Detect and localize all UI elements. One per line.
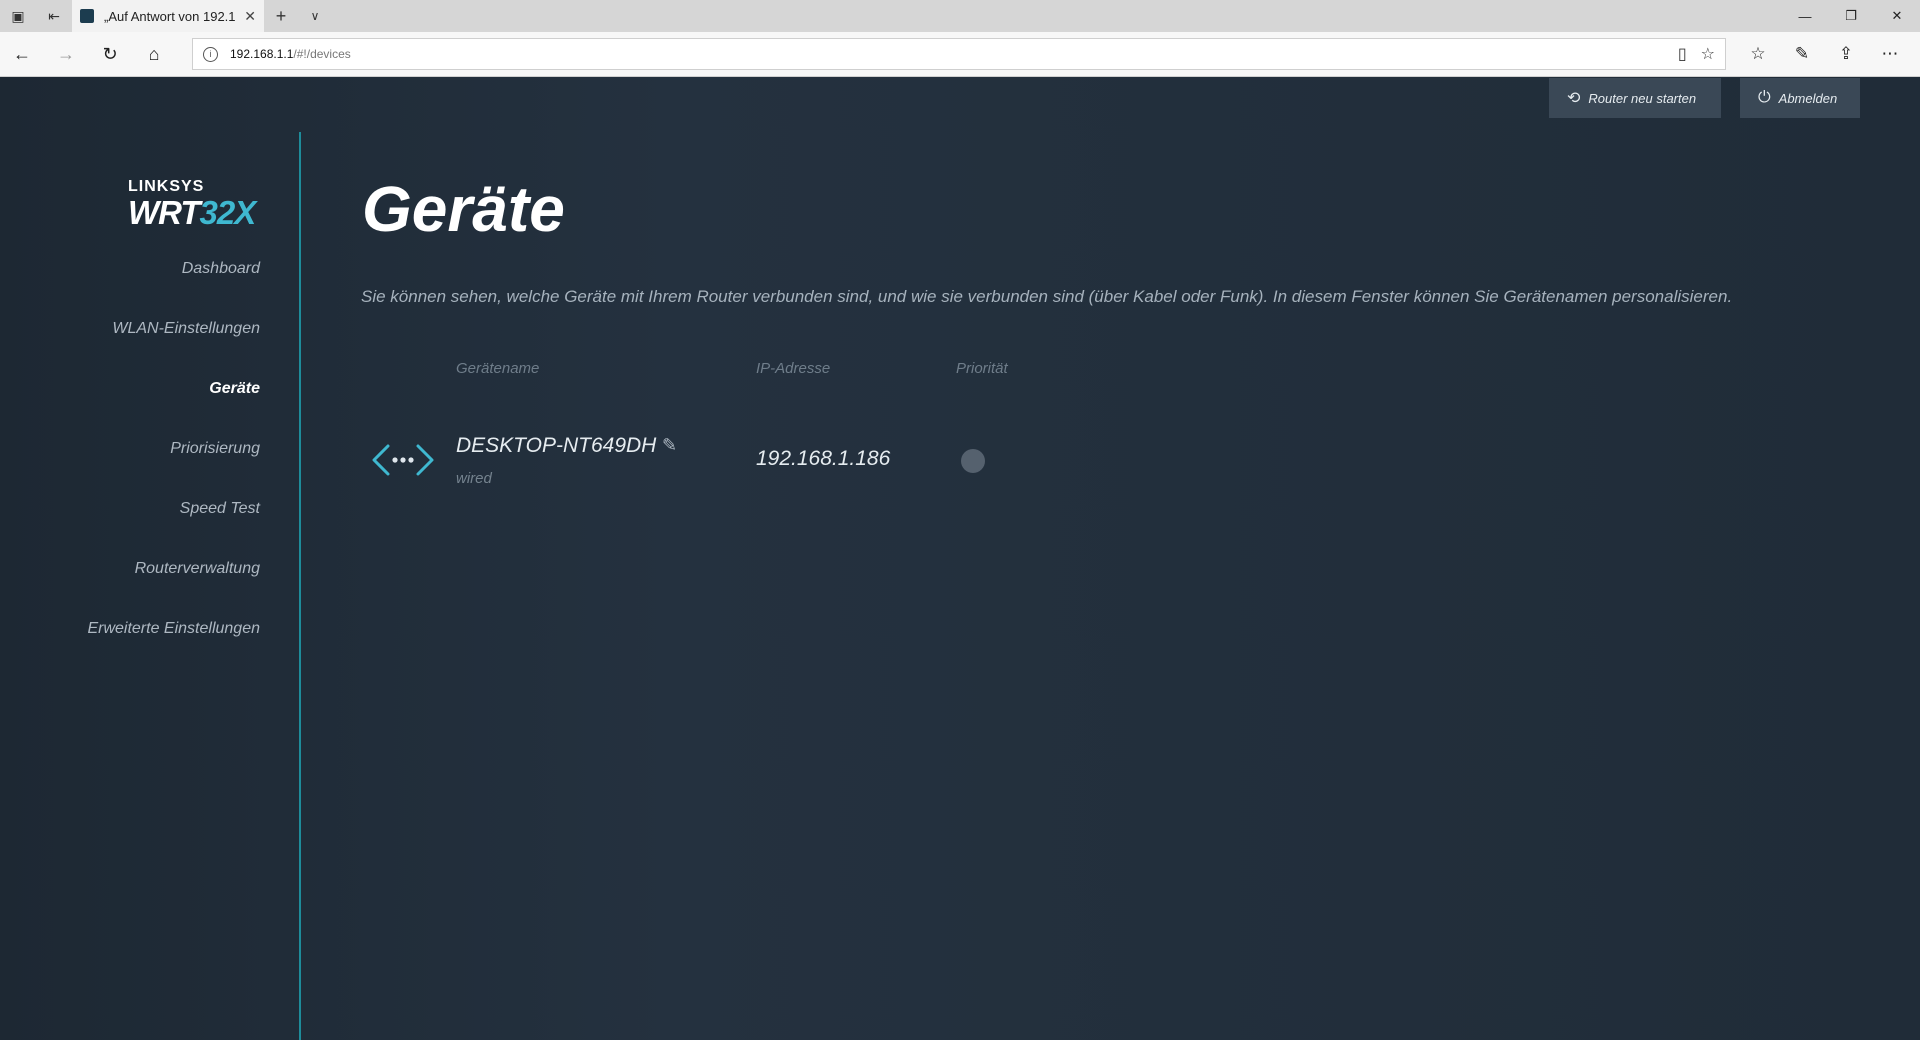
logo-model: WRT32X xyxy=(128,194,278,232)
url-path: /#!/devices xyxy=(293,47,351,61)
device-name: DESKTOP-NT649DH xyxy=(456,434,657,457)
share-icon[interactable]: ⇪ xyxy=(1824,32,1868,76)
priority-toggle[interactable] xyxy=(961,449,985,473)
tab-list-chevron-icon[interactable]: ∨ xyxy=(298,0,332,32)
column-header-ip-address: IP-Adresse xyxy=(756,360,831,377)
url-host: 192.168.1.1 xyxy=(230,47,294,61)
sidebar-nav: Dashboard WLAN-Einstellungen Geräte Prio… xyxy=(87,259,260,679)
wired-connection-icon xyxy=(372,444,434,476)
page-description: Sie können sehen, welche Geräte mit Ihre… xyxy=(361,287,1733,306)
column-header-device-name: Gerätename xyxy=(456,360,540,377)
more-menu-icon[interactable]: ⋯ xyxy=(1868,32,1912,76)
restore-icon[interactable]: ❐ xyxy=(1828,0,1874,32)
tab-title: „Auf Antwort von 192.1 xyxy=(104,8,236,24)
restart-icon: ⟲ xyxy=(1567,90,1581,107)
sidebar-item-advanced-settings[interactable]: Erweiterte Einstellungen xyxy=(87,619,260,679)
restart-router-label: Router neu starten xyxy=(1588,90,1697,106)
back-icon[interactable]: ← xyxy=(0,32,44,76)
site-favicon-icon xyxy=(80,9,94,23)
sidebar-item-wlan-settings[interactable]: WLAN-Einstellungen xyxy=(87,319,260,379)
logo-model-prefix: WRT xyxy=(128,194,201,231)
sidebar-item-dashboard[interactable]: Dashboard xyxy=(87,259,260,319)
address-bar[interactable]: i 192.168.1.1 /#!/devices ▯ ☆ xyxy=(192,38,1726,70)
window-controls: — ❐ ✕ xyxy=(1782,0,1920,32)
new-tab-button[interactable]: + xyxy=(264,0,298,32)
logout-label: Abmelden xyxy=(1778,90,1838,106)
favorites-hub-icon[interactable]: ☆ xyxy=(1736,32,1780,76)
close-window-icon[interactable]: ✕ xyxy=(1874,0,1920,32)
restart-router-button[interactable]: ⟲ Router neu starten xyxy=(1549,78,1721,118)
sidebar-item-prioritization[interactable]: Priorisierung xyxy=(87,439,260,499)
power-icon: ⏻ xyxy=(1758,89,1771,106)
favorite-star-icon[interactable]: ☆ xyxy=(1701,44,1715,64)
page-title: Geräte xyxy=(362,173,565,245)
sidebar-item-devices[interactable]: Geräte xyxy=(87,379,260,439)
refresh-icon[interactable]: ↻ xyxy=(88,32,132,76)
browser-nav-bar: ← → ↻ ⌂ i 192.168.1.1 /#!/devices ▯ ☆ ☆ … xyxy=(0,32,1920,77)
sidebar-divider xyxy=(299,132,301,1040)
logo-model-number: 32X xyxy=(199,194,257,231)
device-ip-address: 192.168.1.186 xyxy=(756,447,891,470)
browser-tab[interactable]: „Auf Antwort von 192.1 ✕ xyxy=(72,0,264,32)
tab-close-icon[interactable]: ✕ xyxy=(244,8,256,25)
sidebar-item-router-management[interactable]: Routerverwaltung xyxy=(87,559,260,619)
logout-button[interactable]: ⏻ Abmelden xyxy=(1740,78,1860,118)
set-tabs-aside-icon[interactable]: ⇤ xyxy=(36,0,72,32)
linksys-logo[interactable]: LINKSYS WRT32X xyxy=(128,178,278,232)
site-info-icon[interactable]: i xyxy=(203,46,218,62)
browser-tab-bar: ▣ ⇤ „Auf Antwort von 192.1 ✕ + ∨ — ❐ ✕ xyxy=(0,0,1920,32)
home-icon[interactable]: ⌂ xyxy=(132,32,176,76)
reading-view-icon[interactable]: ▯ xyxy=(1678,44,1687,64)
forward-icon[interactable]: → xyxy=(44,32,88,76)
pen-notes-icon[interactable]: ✎ xyxy=(1780,32,1824,76)
tab-actions-icon[interactable]: ▣ xyxy=(0,0,36,32)
column-header-priority: Priorität xyxy=(956,360,1008,377)
sidebar-item-speed-test[interactable]: Speed Test xyxy=(87,499,260,559)
device-connection-type: wired xyxy=(456,470,492,487)
router-page: ⟲ Router neu starten ⏻ Abmelden LINKSYS … xyxy=(0,77,1920,1040)
minimize-icon[interactable]: — xyxy=(1782,0,1828,32)
edit-pencil-icon[interactable]: ✎ xyxy=(662,435,677,456)
